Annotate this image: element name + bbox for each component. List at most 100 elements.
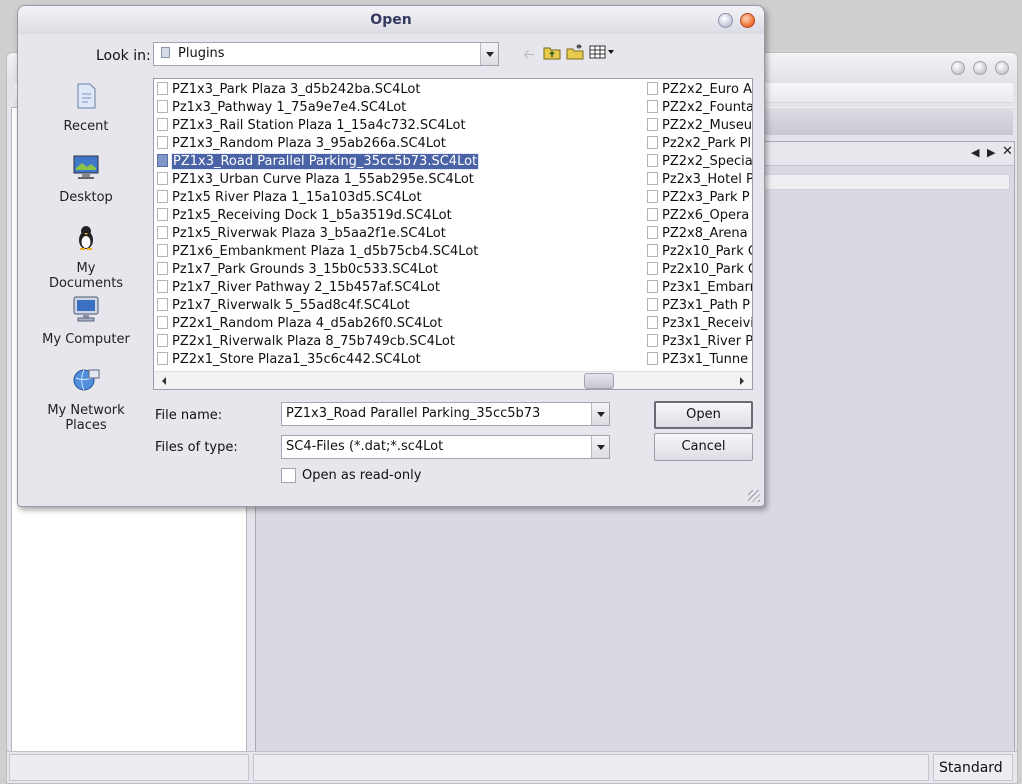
desktop-icon — [38, 153, 134, 187]
minimize-icon[interactable] — [951, 61, 965, 75]
place-label: Recent — [63, 119, 109, 134]
scroll-thumb[interactable] — [584, 373, 614, 389]
look-in-label: Look in: — [96, 48, 151, 64]
file-item[interactable]: PZ2x1_Random Plaza 4_d5ab26f0.SC4Lot — [154, 315, 634, 333]
look-in-value: Plugins — [178, 46, 225, 61]
file-type-value: SC4-Files (*.dat;*.sc4Lot — [286, 439, 444, 454]
file-item[interactable]: PZ2x1_Store Plaza1_35c6c442.SC4Lot — [154, 351, 634, 369]
file-item[interactable]: PZ2x2_Founta — [644, 99, 752, 117]
new-folder-icon[interactable] — [564, 44, 586, 66]
cancel-button[interactable]: Cancel — [654, 433, 753, 461]
chevron-down-icon[interactable] — [591, 403, 609, 425]
file-item[interactable]: Pz1x7_River Pathway 2_15b457af.SC4Lot — [154, 279, 634, 297]
file-item[interactable]: PZ3x1_Tunne — [644, 351, 752, 369]
file-item[interactable]: Pz3x1_Embarr — [644, 279, 753, 297]
file-icon — [157, 100, 168, 113]
place-recent[interactable]: Recent — [38, 82, 134, 134]
file-item[interactable]: PZ2x2_Special — [644, 153, 752, 171]
my-network-places-icon — [38, 366, 134, 400]
file-name-label: File name: — [155, 408, 223, 423]
scroll-left-icon[interactable] — [162, 377, 166, 385]
chevron-down-icon[interactable] — [591, 436, 609, 458]
place-my-computer[interactable]: My Computer — [38, 295, 134, 347]
file-item[interactable]: Pz1x3_Pathway 1_75a9e7e4.SC4Lot — [154, 99, 634, 117]
file-item[interactable]: Pz2x2_Park Pl — [644, 135, 752, 153]
file-icon — [647, 136, 658, 149]
file-item[interactable]: PZ1x3_Road Parallel Parking_35cc5b73.SC4… — [154, 153, 634, 171]
file-item[interactable]: PZ1x3_Random Plaza 3_95ab266a.SC4Lot — [154, 135, 634, 153]
file-item[interactable]: Pz1x5_Receiving Dock 1_b5a3519d.SC4Lot — [154, 207, 634, 225]
my-documents-icon — [38, 224, 134, 258]
file-item[interactable]: PZ2x2_Museu — [644, 117, 752, 135]
file-item[interactable]: PZ2x6_Opera — [644, 207, 752, 225]
file-icon — [647, 82, 658, 95]
resize-grip[interactable] — [748, 490, 760, 502]
back-icon[interactable]: 🡠 — [518, 44, 540, 66]
file-name-text: PZ1x3_Road Parallel Parking_35cc5b73.SC4… — [170, 153, 480, 170]
file-item[interactable]: PZ2x1_Riverwalk Plaza 8_75b749cb.SC4Lot — [154, 333, 634, 351]
close-icon[interactable] — [995, 61, 1009, 75]
file-name-text: PZ1x3_Urban Curve Plaza 1_55ab295e.SC4Lo… — [172, 172, 474, 187]
file-icon — [647, 316, 658, 329]
file-item[interactable]: Pz2x10_Park G — [644, 243, 752, 261]
file-icon — [157, 262, 168, 275]
file-item[interactable]: Pz2x3_Hotel P — [644, 171, 753, 189]
file-type-label: Files of type: — [155, 440, 238, 455]
file-name-text: Pz1x7_River Pathway 2_15b457af.SC4Lot — [172, 280, 440, 295]
open-button[interactable]: Open — [654, 401, 753, 429]
file-name-text: PZ2x6_Opera — [662, 208, 750, 223]
place-desktop[interactable]: Desktop — [38, 153, 134, 205]
view-menu-icon[interactable] — [588, 44, 618, 66]
file-icon — [647, 244, 658, 257]
tab-scroll-left-icon[interactable]: ◀ — [971, 147, 979, 159]
file-item[interactable]: PZ1x6_Embankment Plaza 1_d5b75cb4.SC4Lot — [154, 243, 634, 261]
close-icon[interactable] — [740, 13, 755, 28]
file-name-text: Pz2x3_Hotel P — [662, 172, 753, 187]
place-label: My Documents — [48, 261, 124, 291]
file-column-2: PZ2x2_Euro A PZ2x2_Founta PZ2x2_Museu Pz2x2… — [644, 81, 753, 369]
file-item[interactable]: PZ2x8_Arena — [644, 225, 752, 243]
recent-icon — [38, 82, 134, 116]
file-name-input[interactable]: PZ1x3_Road Parallel Parking_35cc5b73 — [281, 402, 610, 426]
file-name-text: Pz1x7_Riverwalk 5_55ad8c4f.SC4Lot — [172, 298, 410, 313]
file-icon — [647, 334, 658, 347]
file-name-text: Pz3x1_River P — [662, 334, 753, 349]
scroll-right-icon[interactable] — [740, 377, 744, 385]
file-name-text: Pz3x1_Embarr — [662, 280, 753, 295]
up-folder-icon[interactable] — [541, 44, 563, 66]
chevron-down-icon[interactable] — [480, 43, 498, 65]
horizontal-scrollbar[interactable] — [154, 371, 752, 389]
tab-close-icon[interactable]: ✕ — [1002, 145, 1013, 158]
place-label: My Network Places — [47, 403, 125, 433]
file-item[interactable]: Pz1x7_Park Grounds 3_15b0c533.SC4Lot — [154, 261, 634, 279]
file-name-text: Pz1x5_Receiving Dock 1_b5a3519d.SC4Lot — [172, 208, 452, 223]
place-my-network-places[interactable]: My Network Places — [38, 366, 134, 433]
file-icon — [647, 208, 658, 221]
file-type-dropdown[interactable]: SC4-Files (*.dat;*.sc4Lot — [281, 435, 610, 459]
place-my-documents[interactable]: My Documents — [38, 224, 134, 291]
minimize-icon[interactable] — [718, 13, 733, 28]
maximize-icon[interactable] — [973, 61, 987, 75]
file-list[interactable]: PZ1x3_Park Plaza 3_d5b242ba.SC4Lot Pz1x3_… — [153, 78, 753, 390]
file-item[interactable]: Pz1x5_Riverwak Plaza 3_b5aa2f1e.SC4Lot — [154, 225, 634, 243]
file-icon — [647, 100, 658, 113]
file-icon — [647, 172, 658, 185]
read-only-checkbox[interactable] — [281, 468, 296, 483]
file-name-text: PZ3x1_Tunne — [662, 352, 749, 367]
file-item[interactable]: PZ3x1_Path P — [644, 297, 752, 315]
file-item[interactable]: Pz3x1_River P — [644, 333, 753, 351]
look-in-dropdown[interactable]: Plugins — [153, 42, 499, 66]
file-item[interactable]: PZ1x3_Urban Curve Plaza 1_55ab295e.SC4Lo… — [154, 171, 634, 189]
file-item[interactable]: PZ2x3_Park P — [644, 189, 752, 207]
file-item[interactable]: Pz2x10_Park G — [644, 261, 752, 279]
file-item[interactable]: Pz1x5 River Plaza 1_15a103d5.SC4Lot — [154, 189, 634, 207]
file-icon — [157, 208, 168, 221]
status-bar: Standard — [7, 751, 1017, 783]
dialog-title: Open — [18, 6, 764, 34]
file-item[interactable]: PZ1x3_Park Plaza 3_d5b242ba.SC4Lot — [154, 81, 634, 99]
file-item[interactable]: PZ2x2_Euro A — [644, 81, 752, 99]
file-item[interactable]: Pz1x7_Riverwalk 5_55ad8c4f.SC4Lot — [154, 297, 634, 315]
tab-scroll-right-icon[interactable]: ▶ — [987, 147, 995, 159]
file-item[interactable]: Pz3x1_Receivi — [644, 315, 752, 333]
file-item[interactable]: PZ1x3_Rail Station Plaza 1_15a4c732.SC4L… — [154, 117, 634, 135]
